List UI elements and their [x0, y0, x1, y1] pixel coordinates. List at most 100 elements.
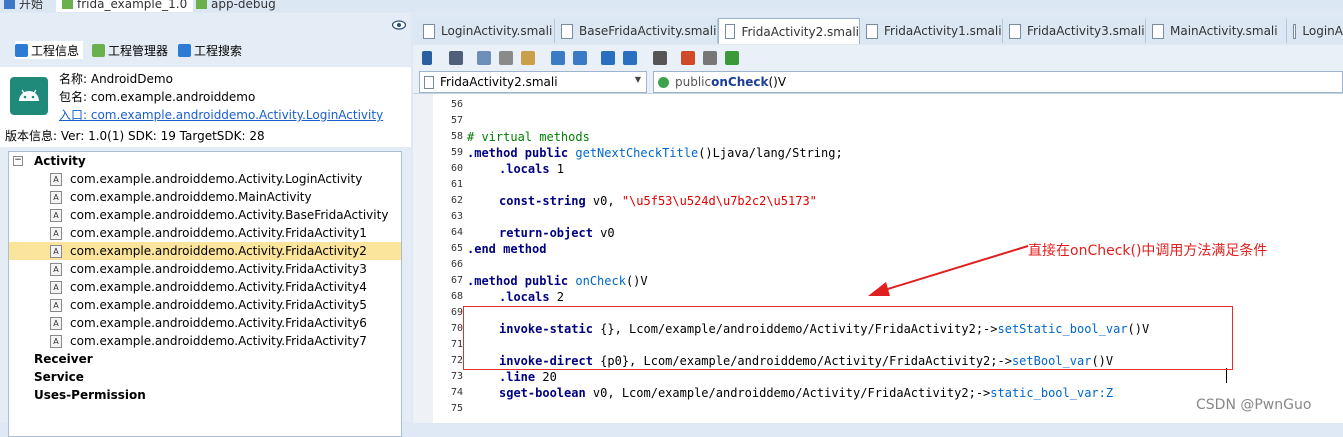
editor-toolbar — [413, 45, 1343, 72]
file-icon — [1152, 23, 1164, 39]
code-line-73: .line 20 — [499, 370, 557, 384]
file-icon — [1293, 23, 1297, 39]
tree-item[interactable]: Acom.example.androiddemo.Activity.FridaA… — [9, 260, 401, 278]
tab-frida-activity3[interactable]: FridaActivity3.smali — [1003, 19, 1146, 43]
back-arrow-icon[interactable] — [601, 51, 615, 65]
undo-icon[interactable] — [551, 51, 565, 65]
tab-project-search[interactable]: 工程搜索 — [178, 41, 242, 59]
tree-item-selected[interactable]: Acom.example.androiddemo.Activity.FridaA… — [9, 242, 401, 260]
class-file-icon: A — [50, 299, 62, 312]
code-line-58: # virtual methods — [467, 130, 590, 144]
redo-icon[interactable] — [573, 51, 587, 65]
search-icon — [178, 43, 191, 57]
java-icon[interactable] — [681, 51, 695, 65]
eye-icon[interactable] — [392, 20, 406, 30]
code-line-67: .method public onCheck()V — [467, 274, 648, 288]
android-icon — [62, 0, 73, 9]
tree-node-activity[interactable]: − Activity — [9, 152, 401, 170]
tree-node-uses-permission[interactable]: Uses-Permission — [9, 386, 401, 404]
android-logo-icon — [19, 89, 39, 101]
file-icon — [561, 23, 573, 39]
tree-node-receiver[interactable]: Receiver — [9, 350, 401, 368]
list-icon[interactable] — [703, 51, 717, 65]
android-icon — [196, 0, 207, 9]
class-file-icon: A — [50, 209, 62, 222]
code-line-74: sget-boolean v0, Lcom/example/androiddem… — [499, 386, 1114, 400]
text-cursor — [1226, 368, 1227, 383]
file-selector[interactable]: FridaActivity2.smali ▼ — [419, 71, 647, 93]
file-icon — [725, 24, 736, 39]
tab-frida-example[interactable]: frida_example_1.0 — [56, 0, 194, 12]
class-file-icon: A — [50, 227, 62, 240]
package-name: 包名: com.example.androiddemo — [59, 90, 256, 104]
tab-main-activity[interactable]: MainActivity.smali — [1146, 19, 1287, 43]
tree-item[interactable]: Acom.example.androiddemo.Activity.LoginA… — [9, 170, 401, 188]
entry-link[interactable]: 入口: com.example.androiddemo.Activity.Log… — [59, 106, 383, 123]
document-tab-strip: 开始 frida_example_1.0 app-debug — [0, 0, 1343, 12]
cut-icon[interactable] — [499, 51, 513, 65]
app-name: 名称: AndroidDemo — [59, 72, 173, 86]
code-line-68: .locals 2 — [499, 290, 565, 304]
tree-item[interactable]: Acom.example.androiddemo.Activity.BaseFr… — [9, 206, 401, 224]
code-line-65: .end method — [467, 242, 547, 256]
line-numbers: 56 57 58 59 60 61 62 63 64 65 66 67 68 6… — [450, 99, 463, 414]
info-icon — [15, 43, 28, 57]
file-icon — [1009, 23, 1021, 39]
editor-tabs: LoginActivity.smali BaseFridaActivity.sm… — [413, 17, 1343, 44]
code-line-60: .locals 1 — [499, 162, 565, 176]
collapse-icon[interactable]: − — [13, 156, 23, 166]
tree-item[interactable]: Acom.example.androiddemo.Activity.FridaA… — [9, 332, 401, 350]
method-icon — [658, 76, 669, 88]
android-icon — [92, 43, 105, 57]
class-file-icon: A — [50, 263, 62, 276]
class-file-icon: A — [50, 245, 62, 258]
code-line-62: const-string v0, "\u5f53\u524d\u7b2c2\u5… — [499, 194, 817, 208]
annotation-arrow — [868, 245, 1029, 296]
tab-project-manager[interactable]: 工程管理器 — [92, 41, 168, 59]
tab-start[interactable]: 开始 — [4, 0, 43, 12]
annotation-text: 直接在onCheck()中调用方法满足条件 — [1028, 243, 1268, 259]
save-icon[interactable] — [449, 51, 463, 65]
class-file-icon: A — [50, 317, 62, 330]
file-icon — [424, 75, 434, 89]
tree-item[interactable]: Acom.example.androiddemo.Activity.FridaA… — [9, 314, 401, 332]
editor-selectors: FridaActivity2.smali ▼ public onCheck ()V — [413, 71, 1343, 93]
editor-gutter — [413, 94, 433, 423]
project-panel: 工程信息 工程管理器 工程搜索 名称: AndroidDemo 包名: com.… — [0, 13, 411, 437]
tab-app-debug[interactable]: app-debug — [196, 0, 276, 12]
chevron-down-icon: ▼ — [634, 75, 641, 84]
format-icon[interactable] — [653, 51, 667, 65]
project-info: 名称: AndroidDemo 包名: com.example.androidd… — [0, 67, 411, 147]
tab-frida-activity1[interactable]: FridaActivity1.smali — [860, 19, 1003, 43]
tab-frida-activity2[interactable]: FridaActivity2.smali — [718, 18, 860, 44]
method-selector[interactable]: public onCheck ()V — [653, 71, 1343, 93]
component-tree: − Activity Acom.example.androiddemo.Acti… — [8, 151, 402, 437]
class-file-icon: A — [50, 173, 62, 186]
tab-login-activity[interactable]: LoginActivity.smali — [417, 19, 555, 43]
tree-item[interactable]: Acom.example.androiddemo.Activity.FridaA… — [9, 224, 401, 242]
copy-icon[interactable] — [477, 51, 491, 65]
app-icon — [10, 77, 48, 115]
home-icon — [4, 0, 15, 9]
code-line-59: .method public getNextCheckTitle()Ljava/… — [467, 146, 843, 160]
version-info: 版本信息: Ver: 1.0(1) SDK: 19 TargetSDK: 28 — [5, 129, 265, 143]
code-line-64: return-object v0 — [499, 226, 615, 240]
lock-icon[interactable] — [422, 51, 432, 65]
forward-arrow-icon[interactable] — [623, 51, 637, 65]
tab-login-activity-cut[interactable]: LoginA — [1287, 19, 1343, 43]
tree-item[interactable]: Acom.example.androiddemo.Activity.FridaA… — [9, 296, 401, 314]
watermark: CSDN @PwnGuo — [1196, 397, 1312, 413]
file-icon — [866, 23, 878, 39]
tree-node-service[interactable]: Service — [9, 368, 401, 386]
run-icon[interactable] — [725, 51, 739, 65]
tab-project-info[interactable]: 工程信息 — [15, 41, 84, 59]
highlight-box — [463, 306, 1233, 370]
file-icon — [423, 23, 435, 39]
paste-icon[interactable] — [521, 51, 535, 65]
left-panel-tabs: 工程信息 工程管理器 工程搜索 — [0, 41, 411, 59]
class-file-icon: A — [50, 281, 62, 294]
class-file-icon: A — [50, 335, 62, 348]
tree-item[interactable]: Acom.example.androiddemo.MainActivity — [9, 188, 401, 206]
tree-item[interactable]: Acom.example.androiddemo.Activity.FridaA… — [9, 278, 401, 296]
tab-base-frida-activity[interactable]: BaseFridaActivity.smali — [555, 19, 718, 43]
